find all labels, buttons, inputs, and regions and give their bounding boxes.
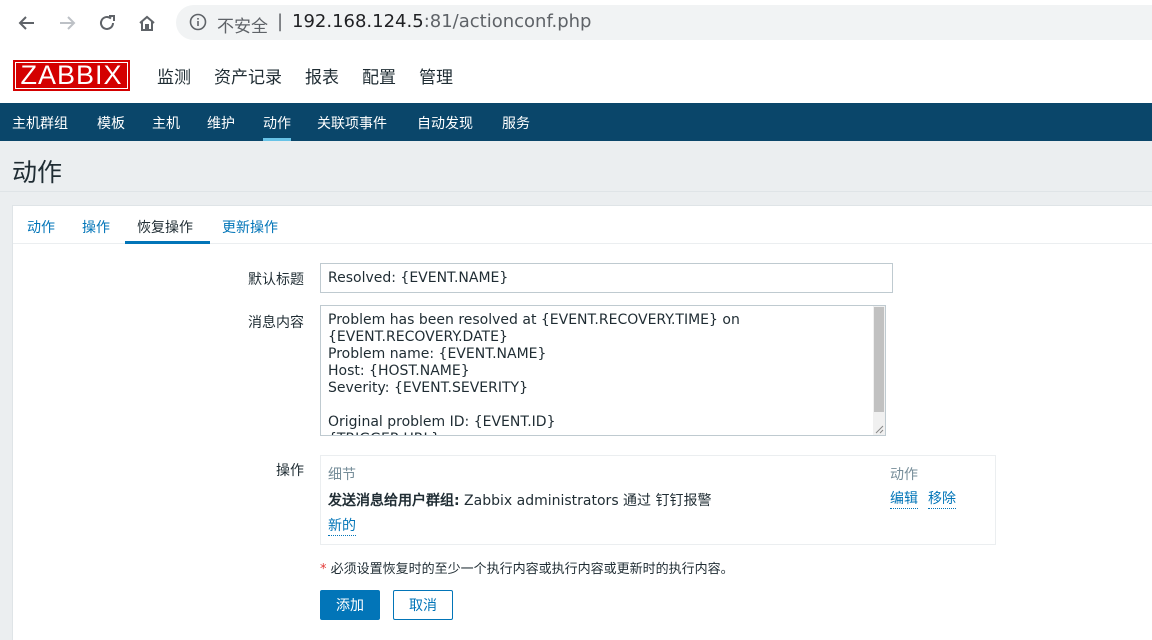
subnav-host-groups[interactable]: 主机群组 (12, 113, 68, 133)
recovery-operations-table: 细节 动作 发送消息给用户群组: Zabbix administrators 通… (320, 455, 996, 545)
details-column-header: 细节 (328, 467, 356, 483)
operation-row-details: 发送消息给用户群组: Zabbix administrators 通过 钉钉报警 (328, 490, 712, 510)
tab-action[interactable]: 动作 (27, 217, 55, 237)
message-label: 消息内容 (248, 315, 304, 331)
subject-label: 默认标题 (248, 272, 304, 288)
top-header: ZABBIX 监测 资产记录 报表 配置 管理 (0, 46, 1152, 111)
required-note: * 必须设置恢复时的至少一个执行内容或执行内容或更新时的执行内容。 (320, 558, 734, 577)
zabbix-logo[interactable]: ZABBIX (13, 60, 130, 91)
sub-navigation: 主机群组 模板 主机 维护 动作 关联项事件 自动发现 服务 (0, 103, 1152, 141)
required-note-text: 必须设置恢复时的至少一个执行内容或执行内容或更新时的执行内容。 (326, 562, 734, 577)
tab-update-operations[interactable]: 更新操作 (222, 217, 278, 237)
active-tab-indicator (125, 241, 210, 244)
action-form-panel: 动作 操作 恢复操作 更新操作 默认标题 Resolved: {EVENT.NA… (12, 205, 1152, 640)
url-text[interactable]: 192.168.124.5:81/actionconf.php (292, 11, 591, 32)
home-icon[interactable] (134, 10, 160, 36)
subnav-maintenance[interactable]: 维护 (207, 113, 235, 133)
action-column-header: 动作 (890, 467, 918, 483)
edit-operation-link[interactable]: 编辑 (890, 491, 918, 509)
subnav-services[interactable]: 服务 (502, 113, 530, 133)
menu-inventory[interactable]: 资产记录 (214, 63, 282, 88)
forward-icon[interactable] (54, 10, 80, 36)
menu-reports[interactable]: 报表 (305, 63, 339, 88)
resize-handle-icon[interactable] (874, 424, 884, 434)
url-host: 192.168.124.5 (292, 11, 424, 32)
browser-toolbar: 不安全 | 192.168.124.5:81/actionconf.php (0, 0, 1152, 46)
back-icon[interactable] (14, 10, 40, 36)
subnav-templates[interactable]: 模板 (97, 113, 125, 133)
menu-administration[interactable]: 管理 (419, 63, 453, 88)
address-bar[interactable]: 不安全 | 192.168.124.5:81/actionconf.php (176, 5, 1152, 40)
message-textarea[interactable]: Problem has been resolved at {EVENT.RECO… (320, 305, 886, 436)
tab-operations[interactable]: 操作 (82, 217, 110, 237)
tab-recovery-operations[interactable]: 恢复操作 (137, 217, 193, 237)
subnav-discovery[interactable]: 自动发现 (417, 113, 473, 133)
operations-label: 操作 (276, 463, 304, 479)
new-operation-link[interactable]: 新的 (328, 518, 356, 536)
title-divider (0, 191, 1152, 192)
subnav-event-correlation[interactable]: 关联项事件 (317, 113, 387, 133)
reload-icon[interactable] (94, 10, 120, 36)
security-label: 不安全 (217, 17, 268, 37)
menu-monitoring[interactable]: 监测 (157, 63, 191, 88)
add-button[interactable]: 添加 (320, 590, 380, 620)
cancel-button[interactable]: 取消 (393, 590, 453, 620)
subject-input[interactable]: Resolved: {EVENT.NAME} (320, 263, 893, 293)
info-icon[interactable] (189, 13, 207, 31)
textarea-scrollbar[interactable] (873, 306, 885, 435)
main-menu: 监测 资产记录 报表 配置 管理 (157, 63, 476, 111)
url-path: :81/actionconf.php (423, 11, 592, 32)
scrollbar-thumb[interactable] (874, 307, 884, 412)
subnav-hosts[interactable]: 主机 (152, 113, 180, 133)
remove-operation-link[interactable]: 移除 (928, 491, 956, 509)
operation-type: 发送消息给用户群组: (328, 493, 460, 509)
subnav-actions[interactable]: 动作 (263, 113, 291, 141)
operation-target: Zabbix administrators 通过 钉钉报警 (459, 493, 712, 509)
message-text: Problem has been resolved at {EVENT.RECO… (328, 312, 740, 435)
page-title: 动作 (12, 158, 63, 187)
url-separator: | (277, 11, 284, 32)
menu-configuration[interactable]: 配置 (362, 63, 396, 111)
